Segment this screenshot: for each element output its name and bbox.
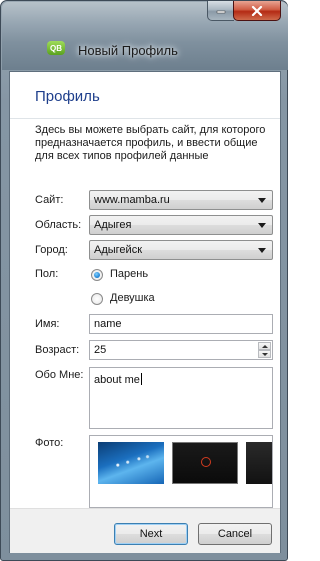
region-select[interactable]: Адыгея xyxy=(89,215,273,235)
page-title: Профиль xyxy=(35,88,100,105)
age-stepper[interactable]: 25 xyxy=(89,340,273,360)
city-select[interactable]: Адыгейск xyxy=(89,240,273,260)
cancel-button[interactable]: Cancel xyxy=(198,523,272,545)
next-button[interactable]: Next xyxy=(114,523,188,545)
title-bar[interactable]: QB Новый Профиль xyxy=(1,1,289,71)
age-value: 25 xyxy=(94,344,107,356)
chevron-down-icon xyxy=(258,198,266,203)
age-label: Возраст: xyxy=(35,344,80,356)
radio-male[interactable] xyxy=(91,269,103,281)
chevron-down-icon xyxy=(258,248,266,253)
site-label: Сайт: xyxy=(35,194,64,206)
minimize-button[interactable] xyxy=(207,1,234,21)
window-frame: QB Новый Профиль Профиль Здесь вы можете… xyxy=(0,0,288,561)
radio-female-label[interactable]: Девушка xyxy=(110,292,155,304)
title-divider xyxy=(10,118,280,119)
text-caret xyxy=(140,373,142,385)
apple-icon xyxy=(201,457,211,467)
city-label: Город: xyxy=(35,244,68,256)
button-bar: Next Cancel xyxy=(10,508,280,553)
radio-female[interactable] xyxy=(91,293,103,305)
chevron-down-icon xyxy=(258,223,266,228)
about-label: Обо Мне: xyxy=(35,369,84,381)
gender-label: Пол: xyxy=(35,268,59,280)
radio-male-label[interactable]: Парень xyxy=(110,268,148,280)
page-description: Здесь вы можете выбрать сайт, для которо… xyxy=(35,124,266,162)
region-value: Адыгея xyxy=(94,219,132,231)
name-input[interactable]: name xyxy=(89,314,273,334)
age-spin-buttons[interactable] xyxy=(258,342,271,358)
about-text: about me xyxy=(94,374,140,386)
photo-gallery[interactable] xyxy=(89,435,273,508)
region-label: Область: xyxy=(35,219,82,231)
dialog-content: Профиль Здесь вы можете выбрать сайт, дл… xyxy=(9,71,281,553)
close-icon xyxy=(251,5,263,16)
window-title: Новый Профиль xyxy=(78,43,178,58)
close-button[interactable] xyxy=(233,1,281,21)
site-value: www.mamba.ru xyxy=(94,194,170,206)
spin-down-icon[interactable] xyxy=(258,350,271,358)
city-value: Адыгейск xyxy=(94,244,143,256)
about-textarea[interactable]: about me xyxy=(89,367,273,429)
name-label: Имя: xyxy=(35,318,60,330)
about-value: about me xyxy=(94,373,142,386)
site-select[interactable]: www.mamba.ru xyxy=(89,190,273,210)
app-icon: QB xyxy=(47,41,65,55)
photo-thumbnail[interactable] xyxy=(172,442,238,484)
photo-label: Фото: xyxy=(35,437,64,449)
photo-thumbnail[interactable] xyxy=(98,442,164,484)
photo-thumbnail[interactable] xyxy=(246,442,272,484)
spin-up-icon[interactable] xyxy=(258,342,271,350)
minimize-icon xyxy=(216,10,226,13)
name-value: name xyxy=(94,318,122,330)
